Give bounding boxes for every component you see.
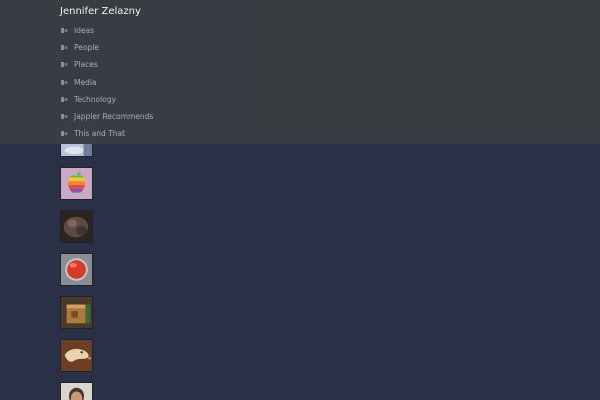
nav-label: This and That	[74, 129, 126, 139]
nav-item-jappler-recommends[interactable]: Jappler Recommends	[60, 108, 153, 125]
folder-tab-icon	[60, 44, 68, 52]
nav-label: Media	[74, 77, 97, 87]
red-button-photo-icon	[61, 254, 92, 285]
nav-item-people[interactable]: People	[60, 39, 153, 56]
nav-item-technology[interactable]: Technology	[60, 91, 153, 108]
folder-tab-icon	[60, 130, 68, 138]
nav-label: Jappler Recommends	[74, 112, 154, 122]
thumbnail-link-4[interactable]	[60, 253, 93, 286]
folder-tab-icon	[60, 95, 68, 103]
thumbnail-link-2[interactable]	[60, 167, 93, 200]
folder-tab-icon	[60, 27, 68, 35]
folder-tab-icon	[60, 78, 68, 86]
dark-animal-photo-icon	[61, 211, 92, 242]
rainbow-apple-logo-icon	[61, 168, 92, 199]
site-title[interactable]: Jennifer Zelazny	[60, 6, 141, 18]
greyhound-dog-photo-icon	[61, 340, 92, 371]
nav-label: Technology	[74, 94, 117, 104]
wooden-box-photo-icon	[61, 297, 92, 328]
folder-tab-icon	[60, 113, 68, 121]
thumbnail-link-6[interactable]	[60, 339, 93, 372]
nav-item-media[interactable]: Media	[60, 74, 153, 91]
page: Jennifer Zelazny Ideas People Places Med…	[0, 0, 600, 400]
thumbnail-link-5[interactable]	[60, 296, 93, 329]
person-portrait-photo-icon	[61, 383, 92, 400]
folder-tab-icon	[60, 61, 68, 69]
category-menu: Ideas People Places Media Technology Jap…	[60, 22, 153, 142]
nav-label: People	[74, 43, 99, 53]
nav-label: Ideas	[74, 26, 95, 36]
nav-item-ideas[interactable]: Ideas	[60, 22, 153, 39]
menu-overlay: Jennifer Zelazny Ideas People Places Med…	[0, 0, 600, 144]
nav-label: Places	[74, 60, 98, 70]
nav-item-this-and-that[interactable]: This and That	[60, 125, 153, 142]
nav-item-places[interactable]: Places	[60, 56, 153, 73]
thumbnail-link-3[interactable]	[60, 210, 93, 243]
thumbnail-link-7[interactable]	[60, 382, 93, 400]
